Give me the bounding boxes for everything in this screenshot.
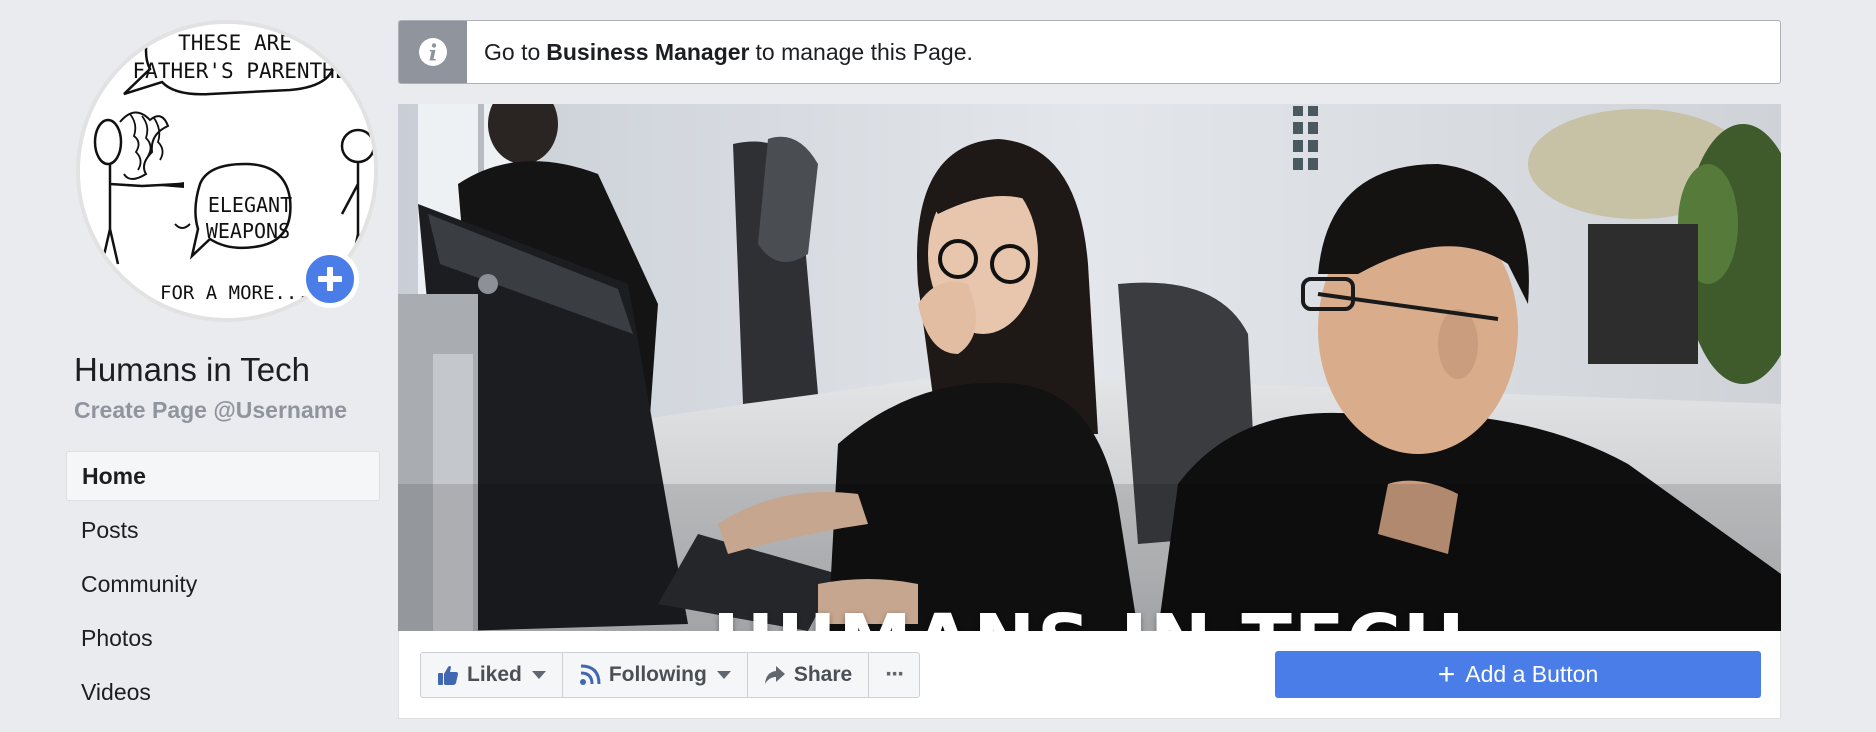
profile-picture[interactable]: THESE ARE FATHER'S PARENTHE ELEGANT WEAP… xyxy=(76,20,378,322)
nav-item-photos[interactable]: Photos xyxy=(66,613,380,663)
business-manager-notice: Go to Business Manager to manage this Pa… xyxy=(398,20,1781,84)
notice-message: Go to Business Manager to manage this Pa… xyxy=(467,21,973,83)
comic-line-4: WEAPONS xyxy=(206,219,290,243)
chevron-down-icon xyxy=(716,671,731,679)
page-nav: Home Posts Community Photos Videos xyxy=(66,451,380,721)
plus-icon xyxy=(318,267,342,291)
following-label: Following xyxy=(608,663,707,686)
nav-item-home[interactable]: Home xyxy=(66,451,380,501)
nav-item-community[interactable]: Community xyxy=(66,559,380,609)
add-a-button-label: Add a Button xyxy=(1465,661,1599,687)
thumbs-up-icon xyxy=(438,666,458,685)
plus-icon: + xyxy=(1437,657,1456,691)
following-button[interactable]: Following xyxy=(563,653,748,697)
page-title: Humans in Tech xyxy=(74,351,311,388)
notice-icon-box xyxy=(399,21,467,83)
nav-item-videos[interactable]: Videos xyxy=(66,667,380,717)
liked-label: Liked xyxy=(467,663,522,686)
nav-item-posts[interactable]: Posts xyxy=(66,505,380,555)
comic-line-2: FATHER'S PARENTHE xyxy=(133,59,348,83)
comic-line-3: ELEGANT xyxy=(208,193,292,217)
rss-icon xyxy=(579,664,601,685)
liked-button[interactable]: Liked xyxy=(421,653,563,697)
more-icon: ··· xyxy=(885,661,905,688)
more-options-button[interactable]: ··· xyxy=(869,653,919,697)
notice-prefix: Go to xyxy=(484,38,541,65)
info-icon xyxy=(419,38,447,66)
business-manager-link[interactable]: Business Manager xyxy=(546,39,749,66)
add-profile-photo-button[interactable] xyxy=(301,250,359,308)
share-arrow-icon xyxy=(764,666,785,684)
notice-suffix: to manage this Page. xyxy=(755,38,973,65)
create-username-link[interactable]: Create Page @Username xyxy=(74,397,347,424)
add-a-button[interactable]: + Add a Button xyxy=(1275,651,1761,698)
chevron-down-icon xyxy=(531,671,546,679)
page-action-buttons: Liked Following Share ··· xyxy=(420,652,921,698)
share-button[interactable]: Share xyxy=(748,653,870,697)
cover-photo[interactable]: HUMANS IN TECH xyxy=(398,104,1781,631)
cover-title-text: HUMANS IN TECH xyxy=(398,599,1781,631)
comic-line-1: THESE ARE xyxy=(178,31,292,55)
cover-image xyxy=(398,104,1781,631)
share-label: Share xyxy=(793,663,853,686)
